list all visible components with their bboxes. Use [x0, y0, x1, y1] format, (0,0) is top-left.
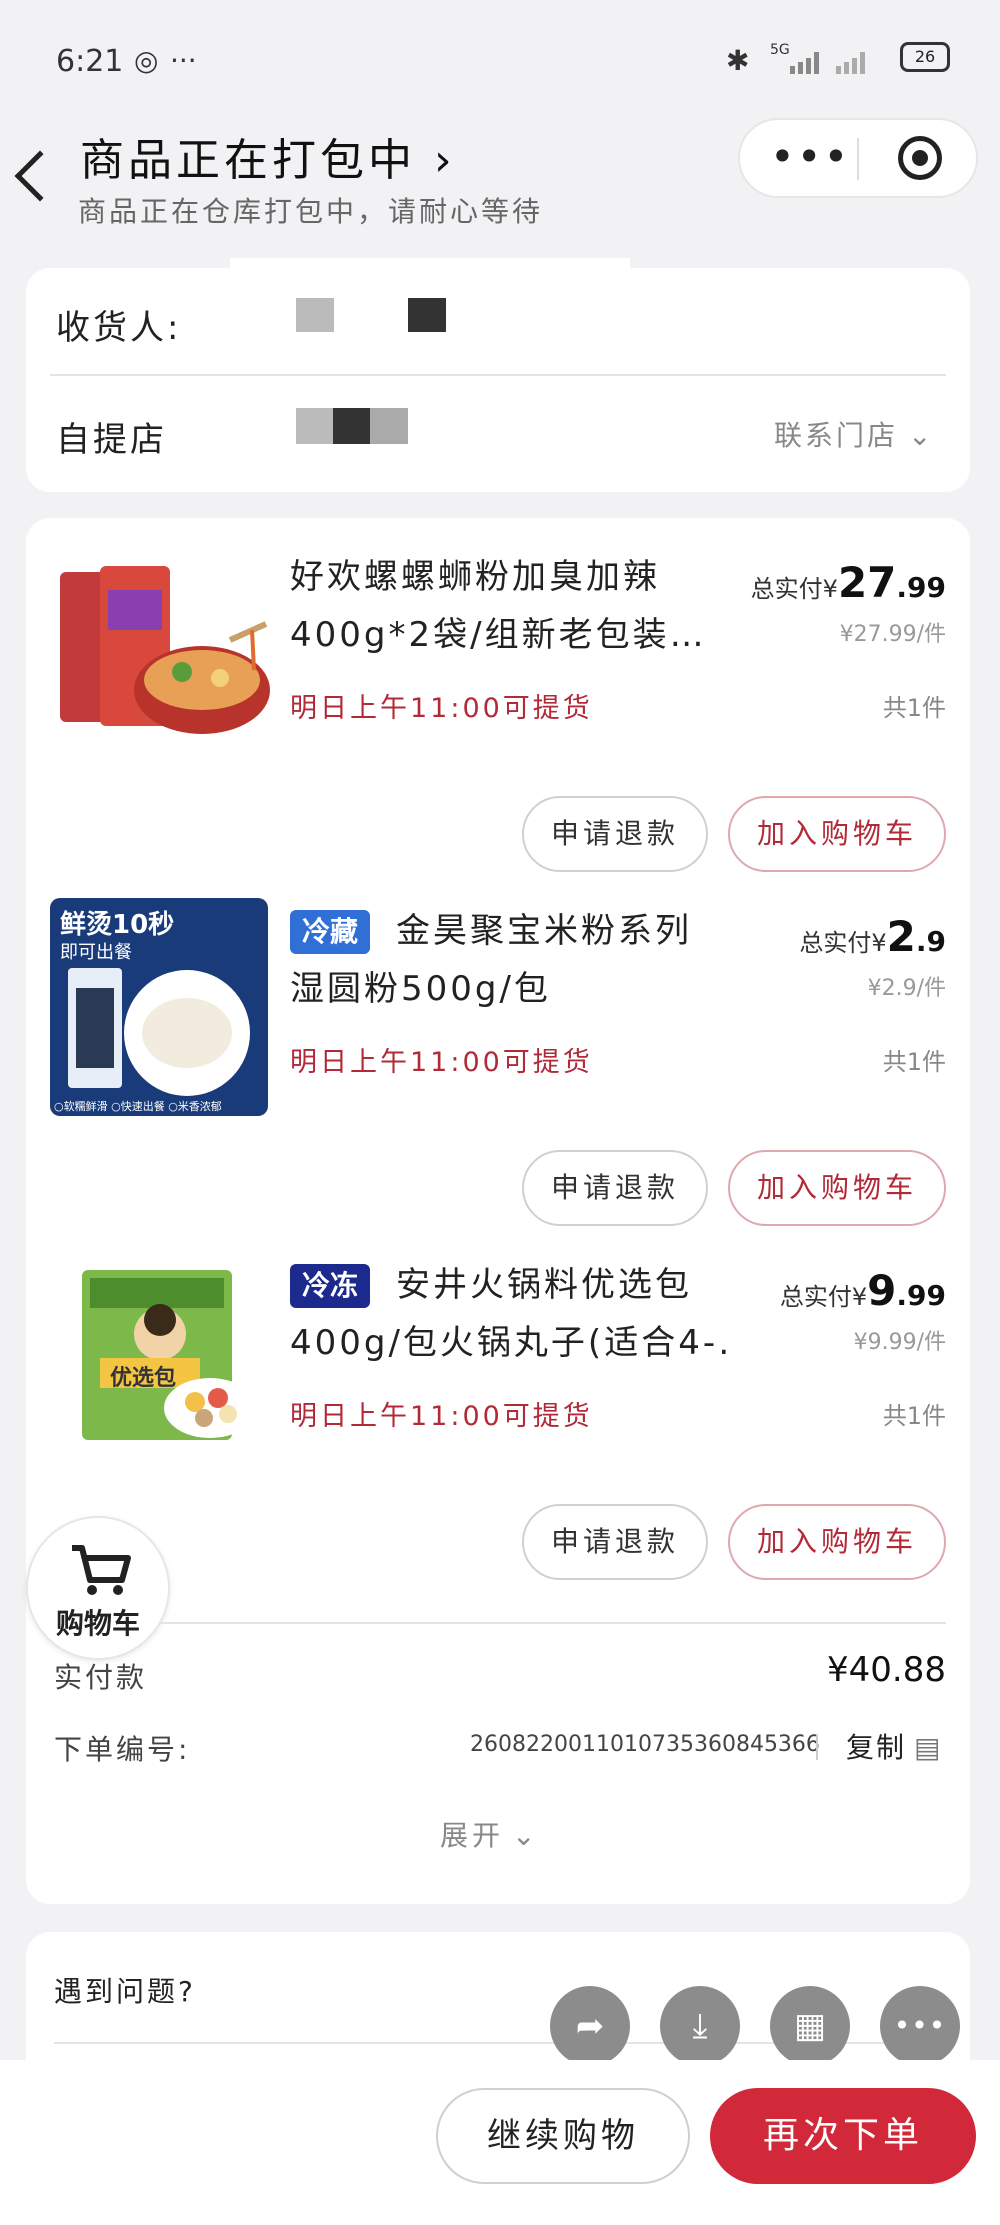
download-icon[interactable]: ⤓	[660, 1986, 740, 2066]
close-miniprogram-icon[interactable]	[898, 136, 942, 180]
continue-shopping-button[interactable]: 继续购物	[436, 2088, 690, 2184]
refund-button[interactable]: 申请退款	[522, 1150, 708, 1226]
refund-button[interactable]: 申请退款	[522, 1504, 708, 1580]
product-image-hotpot[interactable]: 优选包	[70, 1258, 260, 1448]
redacted-name	[296, 298, 334, 332]
more-icon[interactable]: •••	[880, 1986, 960, 2066]
pickup-time: 明日上午11:00可提货	[290, 1401, 593, 1432]
product-title[interactable]: 安井火锅料优选包	[396, 1256, 726, 1314]
copy-icon: ▤	[914, 1731, 943, 1764]
capsule-divider	[857, 138, 859, 180]
more-notifications-icon: ···	[170, 44, 197, 77]
back-icon[interactable]	[14, 150, 66, 202]
pickup-time: 明日上午11:00可提货	[290, 693, 593, 724]
more-menu-button[interactable]: •••	[770, 132, 850, 181]
product-title-line2[interactable]: 400g/包火锅丸子(适合4-…	[290, 1314, 730, 1372]
image-footer: ○软糯鲜滑 ○快速出餐 ○米香浓郁	[54, 1100, 222, 1113]
receiver-label: 收货人:	[56, 308, 182, 348]
add-cart-button[interactable]: 加入购物车	[728, 1150, 946, 1226]
reorder-button[interactable]: 再次下单	[710, 2088, 976, 2184]
page-title[interactable]: 商品正在打包中 ›	[80, 124, 456, 188]
bluetooth-icon: ✱	[726, 44, 750, 77]
contact-store-button[interactable]: 联系门店 ⌄	[774, 414, 934, 454]
quantity: 共1件	[882, 1048, 946, 1076]
frozen-tag: 冷冻	[290, 1264, 371, 1308]
cart-fab-label: 购物车	[55, 1607, 140, 1640]
battery-icon: 26	[900, 42, 950, 72]
redacted-phone	[408, 298, 446, 332]
product-title[interactable]: 好欢螺螺蛳粉加臭加辣 400g*2袋/组新老包装…	[290, 548, 720, 664]
price-total: 总实付¥9.99	[779, 1266, 946, 1315]
price-total: 总实付¥2.9	[799, 912, 946, 961]
app-notification-icon: ◎	[134, 44, 159, 77]
paid-label: 实付款	[54, 1661, 148, 1694]
pickup-store-label: 自提店	[56, 420, 167, 460]
chevron-right-icon: ›	[416, 135, 456, 186]
redacted-store	[296, 408, 408, 444]
grid-menu-icon[interactable]: ▦	[770, 1986, 850, 2066]
status-time: 6:21	[56, 44, 124, 79]
quantity: 共1件	[882, 694, 946, 722]
product-title-line2[interactable]: 湿圆粉500g/包	[290, 960, 720, 1018]
chevron-down-icon: ⌄	[512, 1819, 540, 1852]
chevron-down-icon: ⌄	[908, 419, 935, 452]
chilled-tag: 冷藏	[290, 910, 371, 954]
cart-fab[interactable]: 购物车	[26, 1516, 170, 1660]
unit-price: ¥9.99/件	[853, 1330, 946, 1355]
product-image-rice-noodle[interactable]: 鲜烫10秒 即可出餐 ○软糯鲜滑 ○快速出餐 ○米香浓郁	[50, 898, 268, 1116]
cart-icon	[72, 1545, 131, 1595]
expand-button[interactable]: 展开 ⌄	[440, 1814, 539, 1854]
divider	[816, 1734, 818, 1760]
signal-icon	[790, 46, 900, 80]
product-title[interactable]: 金昊聚宝米粉系列	[396, 902, 726, 960]
price-total: 总实付¥27.99	[750, 558, 946, 607]
help-label[interactable]: 遇到问题?	[54, 1970, 196, 2010]
refund-button[interactable]: 申请退款	[522, 796, 708, 872]
image-caption-sub: 即可出餐	[60, 942, 132, 963]
divider	[50, 374, 946, 376]
quantity: 共1件	[882, 1402, 946, 1430]
page-subtitle: 商品正在仓库打包中，请耐心等待	[78, 195, 544, 228]
copy-button[interactable]: 复制 ▤	[846, 1726, 942, 1766]
add-cart-button[interactable]: 加入购物车	[728, 796, 946, 872]
image-caption: 优选包	[110, 1366, 177, 1391]
network-type: 5G	[770, 42, 790, 58]
unit-price: ¥27.99/件	[839, 622, 946, 647]
pickup-time: 明日上午11:00可提货	[290, 1047, 593, 1078]
paid-value: ¥40.88	[827, 1650, 946, 1690]
order-number-label: 下单编号:	[54, 1733, 191, 1766]
unit-price: ¥2.9/件	[867, 976, 946, 1001]
order-number: 2608220011010735360845366	[470, 1732, 820, 1757]
share-icon[interactable]: ➦	[550, 1986, 630, 2066]
divider	[160, 1622, 946, 1624]
product-image-luosifen[interactable]	[52, 560, 270, 748]
add-cart-button[interactable]: 加入购物车	[728, 1504, 946, 1580]
image-caption: 鲜烫10秒	[60, 910, 175, 940]
